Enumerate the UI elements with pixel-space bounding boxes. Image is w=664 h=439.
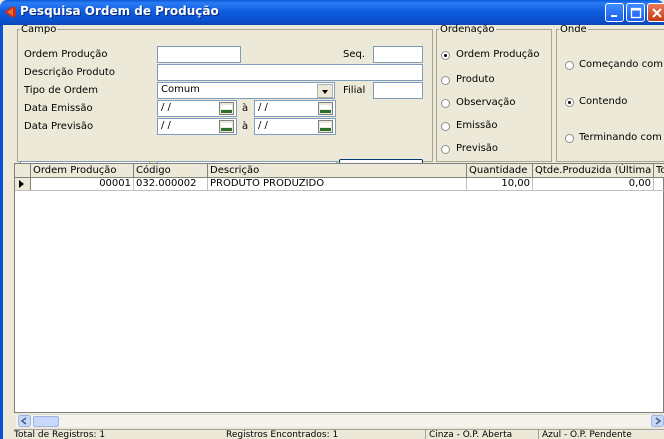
status-registros-encontrados: Registros Encontrados: 1 (226, 430, 339, 439)
data-previsao-ate-value: / / (258, 120, 268, 131)
tipo-ordem-label: Tipo de Ordem (24, 85, 98, 96)
scroll-right-icon[interactable] (651, 415, 664, 427)
descricao-produto-input[interactable] (157, 64, 423, 81)
dropdown-arrow-icon[interactable] (317, 84, 333, 98)
col-header-descricao[interactable]: Descrição (208, 164, 467, 178)
status-total-registros: Total de Registros: 1 (14, 430, 106, 439)
radio-emissao[interactable] (441, 122, 450, 131)
data-previsao-a-label: à (242, 121, 249, 132)
row-indicator (15, 178, 31, 191)
status-legend-azul: Azul - O.P. Pendente (538, 430, 664, 439)
radio-ordem-producao[interactable] (441, 51, 450, 60)
cell-total[interactable] (654, 178, 664, 191)
cell-descricao[interactable]: PRODUTO PRODUZIDO (208, 178, 467, 191)
radio-observacao[interactable] (441, 99, 450, 108)
calendar-icon[interactable] (219, 120, 234, 133)
ordenacao-legend: Ordenação (440, 24, 495, 35)
filial-input[interactable] (373, 82, 423, 99)
data-previsao-label: Data Previsão (24, 121, 94, 132)
scroll-thumb[interactable] (33, 416, 59, 427)
ordenacao-option-4[interactable]: Previsão (456, 143, 498, 154)
seq-input[interactable] (373, 46, 423, 63)
calendar-icon[interactable] (318, 120, 333, 133)
maximize-button[interactable] (626, 3, 645, 22)
descricao-produto-label: Descrição Produto (24, 67, 115, 78)
radio-terminando-com[interactable] (565, 134, 574, 143)
col-header-quantidade[interactable]: Quantidade (467, 164, 533, 178)
onde-option-1[interactable]: Contendo (579, 96, 627, 107)
status-bar: Total de Registros: 1 Registros Encontra… (14, 429, 664, 439)
seq-label: Seq. (343, 49, 366, 60)
window-title: Pesquisa Ordem de Produção (20, 4, 219, 18)
cell-qtde-produzida[interactable]: 0,00 (533, 178, 654, 191)
data-emissao-a-label: à (242, 103, 249, 114)
data-emissao-de-input[interactable]: / / (157, 100, 237, 117)
col-header-codigo[interactable]: Código (134, 164, 208, 178)
calendar-icon[interactable] (318, 102, 333, 115)
title-bar[interactable]: Pesquisa Ordem de Produção (0, 0, 664, 25)
ordenacao-option-0[interactable]: Ordem Produção (456, 49, 540, 60)
maximize-icon (630, 7, 642, 19)
minimize-button[interactable] (605, 3, 624, 22)
onde-option-2[interactable]: Terminando com (579, 132, 662, 143)
campo-legend: Campo (21, 24, 57, 35)
onde-option-0[interactable]: Começando com (579, 59, 663, 70)
row-pointer-icon (19, 180, 24, 188)
cell-quantidade[interactable]: 10,00 (467, 178, 533, 191)
data-previsao-de-value: / / (161, 120, 171, 131)
cell-codigo[interactable]: 032.000002 (134, 178, 208, 191)
data-previsao-de-input[interactable]: / / (157, 118, 237, 135)
horizontal-scrollbar[interactable] (16, 414, 664, 427)
cell-ordem[interactable]: 00001 (31, 178, 134, 191)
minimize-icon (611, 15, 617, 17)
radio-produto[interactable] (441, 76, 450, 85)
app-icon (4, 6, 16, 18)
search-window: Pesquisa Ordem de Produção Campo Ordem P… (0, 0, 664, 439)
col-header-total[interactable]: Tota (654, 164, 664, 178)
ordenacao-group: Ordenação (436, 24, 552, 162)
ordenacao-option-2[interactable]: Observação (456, 97, 515, 108)
calendar-icon[interactable] (219, 102, 234, 115)
results-grid[interactable]: Ordem Produção Código Descrição Quantida… (14, 163, 664, 413)
ordem-producao-label: Ordem Produção (24, 49, 108, 60)
data-emissao-de-value: / / (161, 102, 171, 113)
tipo-ordem-value: Comum (161, 84, 200, 95)
ordenacao-option-1[interactable]: Produto (456, 74, 495, 85)
col-header-qtde-produzida[interactable]: Qtde.Produzida (Última (533, 164, 654, 178)
col-header-ordem-producao[interactable]: Ordem Produção (31, 164, 134, 178)
status-legend-cinza: Cinza - O.P. Aberta (425, 430, 512, 439)
data-emissao-ate-input[interactable]: / / (254, 100, 336, 117)
grid-corner (15, 164, 31, 178)
onde-legend: Onde (560, 24, 587, 35)
close-icon (652, 8, 662, 18)
data-previsao-ate-input[interactable]: / / (254, 118, 336, 135)
radio-comecando-com[interactable] (565, 61, 574, 70)
ordenacao-option-3[interactable]: Emissão (456, 120, 498, 131)
tipo-ordem-select[interactable]: Comum (157, 82, 335, 99)
ordem-producao-input[interactable] (157, 46, 241, 63)
data-emissao-ate-value: / / (258, 102, 268, 113)
data-emissao-label: Data Emissão (24, 103, 93, 114)
filial-label: Filial (343, 85, 366, 96)
radio-contendo[interactable] (565, 98, 574, 107)
close-button[interactable] (647, 3, 664, 22)
scroll-left-icon[interactable] (18, 415, 31, 427)
radio-previsao[interactable] (441, 145, 450, 154)
